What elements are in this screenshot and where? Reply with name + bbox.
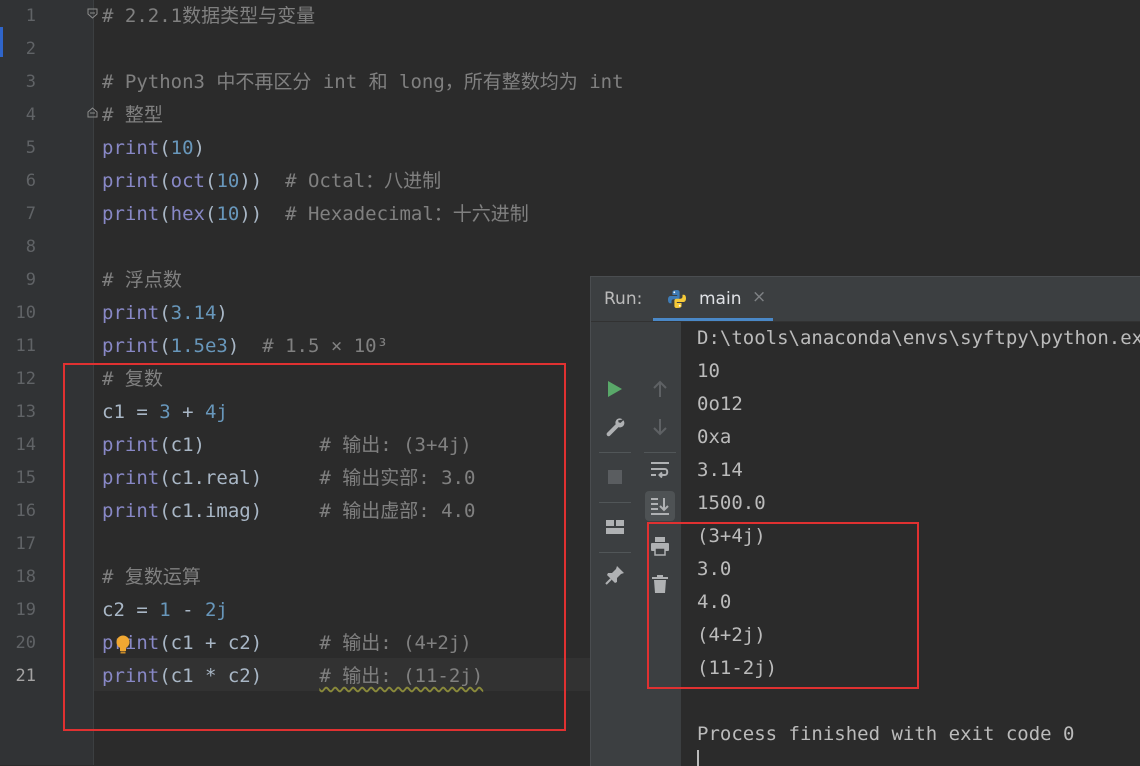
line-number: 10 bbox=[15, 303, 36, 323]
line-number: 2 bbox=[25, 39, 36, 59]
code-token: ) bbox=[227, 335, 263, 357]
highlight-box-code bbox=[63, 363, 566, 731]
python-icon bbox=[667, 289, 687, 309]
up-arrow-icon[interactable] bbox=[645, 374, 675, 404]
code-token: ) bbox=[216, 302, 228, 324]
code-line: print(10) bbox=[102, 132, 205, 165]
line-number: 20 bbox=[15, 633, 36, 653]
line-number: 19 bbox=[15, 600, 36, 620]
code-token: ( bbox=[204, 170, 217, 192]
code-token: 1.5e3 bbox=[170, 335, 228, 357]
console-line: 1500.0 bbox=[697, 492, 766, 514]
run-icon[interactable] bbox=[600, 374, 630, 404]
code-token: )) bbox=[239, 170, 286, 192]
console-line: 0o12 bbox=[697, 393, 743, 415]
wrench-icon[interactable] bbox=[600, 412, 630, 442]
code-token: # Octal：八进制 bbox=[285, 170, 442, 192]
down-arrow-icon[interactable] bbox=[645, 412, 675, 442]
code-token: ( bbox=[159, 170, 171, 192]
code-line: print(oct(10)) # Octal：八进制 bbox=[102, 165, 441, 198]
code-token: ( bbox=[159, 335, 171, 357]
fold-marker-icon[interactable] bbox=[87, 8, 98, 19]
line-number: 14 bbox=[15, 435, 36, 455]
code-line: # 整型 bbox=[102, 99, 163, 132]
line-number: 17 bbox=[15, 534, 36, 554]
line-number: 3 bbox=[25, 72, 36, 92]
line-number: 13 bbox=[15, 402, 36, 422]
close-icon[interactable]: × bbox=[752, 287, 766, 307]
line-number: 8 bbox=[25, 237, 36, 257]
code-token: )) bbox=[239, 203, 286, 225]
code-token: # 整型 bbox=[102, 104, 163, 126]
code-token: 10 bbox=[216, 170, 240, 192]
line-number: 11 bbox=[15, 336, 36, 356]
line-number: 18 bbox=[15, 567, 36, 587]
run-label: Run: bbox=[604, 289, 643, 309]
pin-icon[interactable] bbox=[600, 560, 630, 590]
code-line: # 2.2.1数据类型与变量 bbox=[102, 0, 315, 33]
code-token: print bbox=[102, 137, 160, 159]
console-caret bbox=[697, 750, 699, 766]
code-token: 10 bbox=[216, 203, 240, 225]
line-number: 7 bbox=[25, 204, 36, 224]
run-header: Run: main × bbox=[591, 277, 1140, 322]
tab-main[interactable]: main × bbox=[653, 277, 773, 321]
scroll-to-end-icon[interactable] bbox=[645, 491, 675, 521]
line-number: 5 bbox=[25, 138, 36, 158]
code-token: # 1.5 × 10³ bbox=[262, 335, 389, 357]
highlight-box-output bbox=[647, 522, 919, 689]
code-line: print(1.5e3) # 1.5 × 10³ bbox=[102, 330, 388, 363]
code-line: print(3.14) bbox=[102, 297, 228, 330]
code-token: hex bbox=[170, 203, 205, 225]
console-line: 0xa bbox=[697, 426, 732, 448]
code-token: ( bbox=[159, 203, 171, 225]
run-toolbar-primary bbox=[591, 322, 640, 766]
line-number: 21 bbox=[15, 666, 36, 686]
code-token: # Python3 中不再区分 int 和 long，所有整数均为 int bbox=[102, 71, 624, 93]
code-token: oct bbox=[170, 170, 205, 192]
console-line: Process finished with exit code 0 bbox=[697, 723, 1075, 745]
line-number: 12 bbox=[15, 369, 36, 389]
code-token: ( bbox=[204, 203, 217, 225]
code-line: print(hex(10)) # Hexadecimal：十六进制 bbox=[102, 198, 529, 231]
console-line: 10 bbox=[697, 360, 720, 382]
line-number: 4 bbox=[25, 105, 36, 125]
code-line: # Python3 中不再区分 int 和 long，所有整数均为 int bbox=[102, 66, 624, 99]
console-line: D:\tools\anaconda\envs\syftpy\python.exe bbox=[697, 327, 1140, 349]
line-number: 15 bbox=[15, 468, 36, 488]
line-number: 9 bbox=[25, 270, 36, 290]
code-line: # 浮点数 bbox=[102, 264, 182, 297]
console-line: 3.14 bbox=[697, 459, 743, 481]
code-token: ) bbox=[193, 137, 205, 159]
code-token: # Hexadecimal：十六进制 bbox=[285, 203, 529, 225]
code-token: ( bbox=[159, 302, 171, 324]
layout-icon[interactable] bbox=[600, 512, 630, 542]
fold-marker-icon[interactable] bbox=[87, 107, 98, 118]
code-token: print bbox=[102, 203, 160, 225]
line-number: 6 bbox=[25, 171, 36, 191]
code-token: print bbox=[102, 302, 160, 324]
code-token: 3.14 bbox=[170, 302, 217, 324]
run-tool-window: Run: main × D:\tools\anaconda\envs\syftp… bbox=[590, 276, 1140, 766]
tab-label: main bbox=[699, 289, 742, 309]
line-number: 16 bbox=[15, 501, 36, 521]
code-token: # 浮点数 bbox=[102, 269, 182, 291]
stop-icon[interactable] bbox=[600, 462, 630, 492]
code-token: print bbox=[102, 335, 160, 357]
code-token: # 2.2.1数据类型与变量 bbox=[102, 5, 316, 27]
code-token: 10 bbox=[170, 137, 194, 159]
code-token: ( bbox=[159, 137, 171, 159]
code-token: print bbox=[102, 170, 160, 192]
soft-wrap-icon[interactable] bbox=[645, 454, 675, 484]
line-number: 1 bbox=[25, 6, 36, 26]
